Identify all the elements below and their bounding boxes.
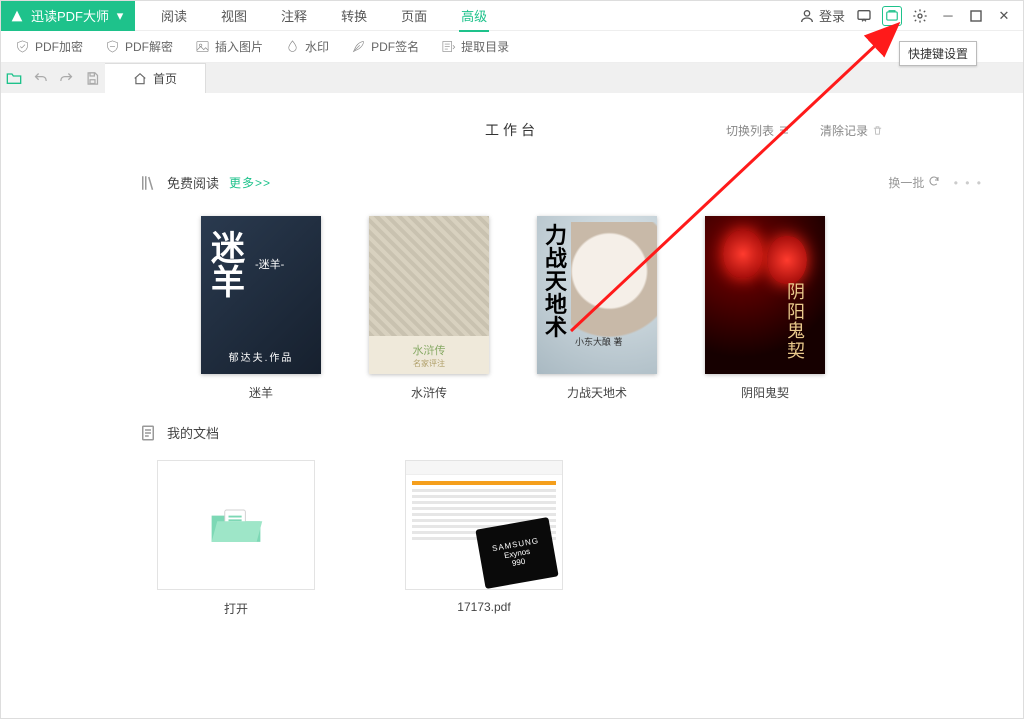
water-drop-icon	[285, 39, 300, 54]
book-item[interactable]: 迷 羊 -迷羊- 郁达夫.作品 迷羊	[201, 216, 321, 401]
refresh-books-button[interactable]: 换一批	[888, 174, 939, 191]
book-cover: 阴阳鬼契	[705, 216, 825, 374]
doc-open[interactable]: 打开	[157, 460, 315, 617]
book-item[interactable]: 力战天地术 小东大酿 著 力战天地术	[537, 216, 657, 401]
free-reading-label: 免费阅读	[167, 173, 219, 192]
more-options-button[interactable]: • • •	[954, 176, 983, 190]
my-docs-label: 我的文档	[167, 423, 219, 442]
tool-label: PDF解密	[125, 38, 173, 55]
tool-label: PDF签名	[371, 38, 419, 55]
book-cover: 水浒传 名家评注	[369, 216, 489, 374]
list-extract-icon	[441, 39, 456, 54]
tool-label: PDF加密	[35, 38, 83, 55]
menu-annotate[interactable]: 注释	[281, 6, 307, 25]
image-icon	[195, 39, 210, 54]
book-item[interactable]: 阴阳鬼契 阴阳鬼契	[705, 216, 825, 401]
tool-label: 水印	[305, 38, 329, 55]
redo-button[interactable]	[53, 63, 79, 93]
tool-pdf-encrypt[interactable]: PDF加密	[15, 38, 83, 55]
feather-icon	[351, 39, 366, 54]
window-maximize[interactable]	[967, 7, 985, 25]
menu-page[interactable]: 页面	[401, 6, 427, 25]
menu-read[interactable]: 阅读	[161, 6, 187, 25]
menu-view[interactable]: 视图	[221, 6, 247, 25]
main-menu: 阅读 视图 注释 转换 页面 高级	[135, 1, 487, 30]
book-title: 力战天地术	[567, 384, 627, 401]
list-icon	[778, 124, 790, 136]
book-item[interactable]: 水浒传 名家评注 水浒传	[369, 216, 489, 401]
app-brand[interactable]: 迅读PDF大师 ▾	[1, 1, 135, 31]
home-icon	[133, 72, 147, 86]
undo-button[interactable]	[27, 63, 53, 93]
open-folder-icon	[206, 501, 266, 549]
doc-tile	[157, 460, 315, 590]
book-title: 阴阳鬼契	[741, 384, 789, 401]
doc-tile: SAMSUNG Exynos 990	[405, 460, 563, 590]
doc-recent-pdf[interactable]: SAMSUNG Exynos 990 17173.pdf	[405, 460, 563, 617]
login-button[interactable]: 登录	[799, 6, 845, 25]
tab-home[interactable]: 首页	[105, 63, 206, 93]
advanced-toolbar: PDF加密 PDF解密 插入图片 水印 PDF签名 提取目录	[1, 31, 1023, 63]
feedback-icon[interactable]	[855, 7, 873, 25]
user-icon	[799, 8, 815, 24]
tool-pdf-decrypt[interactable]: PDF解密	[105, 38, 173, 55]
cover-author: 郁达夫.作品	[201, 349, 321, 364]
shortcut-tooltip: 快捷键设置	[899, 41, 977, 66]
chip-preview: SAMSUNG Exynos 990	[475, 517, 558, 589]
clear-history-button[interactable]: 清除记录	[820, 122, 883, 139]
cover-vertical: 阴阳鬼契	[787, 283, 805, 362]
save-button[interactable]	[79, 63, 105, 93]
switch-list-button[interactable]: 切换列表	[726, 122, 790, 139]
doc-title: 打开	[224, 600, 248, 617]
book-title: 迷羊	[249, 384, 273, 401]
cover-author: 小东大酿 著	[575, 335, 623, 348]
app-name: 迅读PDF大师	[31, 6, 109, 25]
cover-sub: 名家评注	[413, 358, 445, 369]
open-file-button[interactable]	[1, 63, 27, 93]
login-label: 登录	[819, 6, 845, 25]
book-cover: 力战天地术 小东大酿 著	[537, 216, 657, 374]
shield-check-icon	[15, 39, 30, 54]
free-reading-more[interactable]: 更多>>	[229, 174, 271, 191]
brand-caret-icon[interactable]: ▾	[115, 8, 125, 24]
trash-icon	[872, 125, 883, 136]
tool-watermark[interactable]: 水印	[285, 38, 329, 55]
book-title: 水浒传	[411, 384, 447, 401]
clear-history-label: 清除记录	[820, 122, 868, 139]
cover-heading: 水浒传	[413, 342, 446, 358]
settings-icon[interactable]	[911, 7, 929, 25]
menu-advanced[interactable]: 高级	[461, 6, 487, 25]
tool-extract-toc[interactable]: 提取目录	[441, 38, 509, 55]
cover-title: 迷 羊	[211, 232, 245, 300]
cover-subtitle: -迷羊-	[255, 256, 284, 272]
cover-vertical: 力战天地术	[545, 224, 567, 339]
menu-convert[interactable]: 转换	[341, 6, 367, 25]
tab-home-label: 首页	[153, 70, 177, 87]
window-close[interactable]: ✕	[995, 7, 1013, 25]
window-minimize[interactable]: ─	[939, 7, 957, 25]
shortcut-settings-icon[interactable]	[883, 7, 901, 25]
doc-title: 17173.pdf	[457, 600, 510, 614]
tool-insert-image[interactable]: 插入图片	[195, 38, 263, 55]
refresh-label: 换一批	[888, 176, 924, 190]
chip-model: Exynos 990	[503, 546, 532, 568]
workbench-title: 工作台	[485, 120, 539, 140]
tool-label: 提取目录	[461, 38, 509, 55]
document-icon	[139, 424, 157, 442]
tool-label: 插入图片	[215, 38, 263, 55]
refresh-icon	[928, 175, 940, 187]
shield-minus-icon	[105, 39, 120, 54]
app-logo-icon	[9, 8, 25, 24]
tool-pdf-sign[interactable]: PDF签名	[351, 38, 419, 55]
books-icon	[139, 174, 157, 192]
book-cover: 迷 羊 -迷羊- 郁达夫.作品	[201, 216, 321, 374]
switch-list-label: 切换列表	[726, 122, 774, 139]
